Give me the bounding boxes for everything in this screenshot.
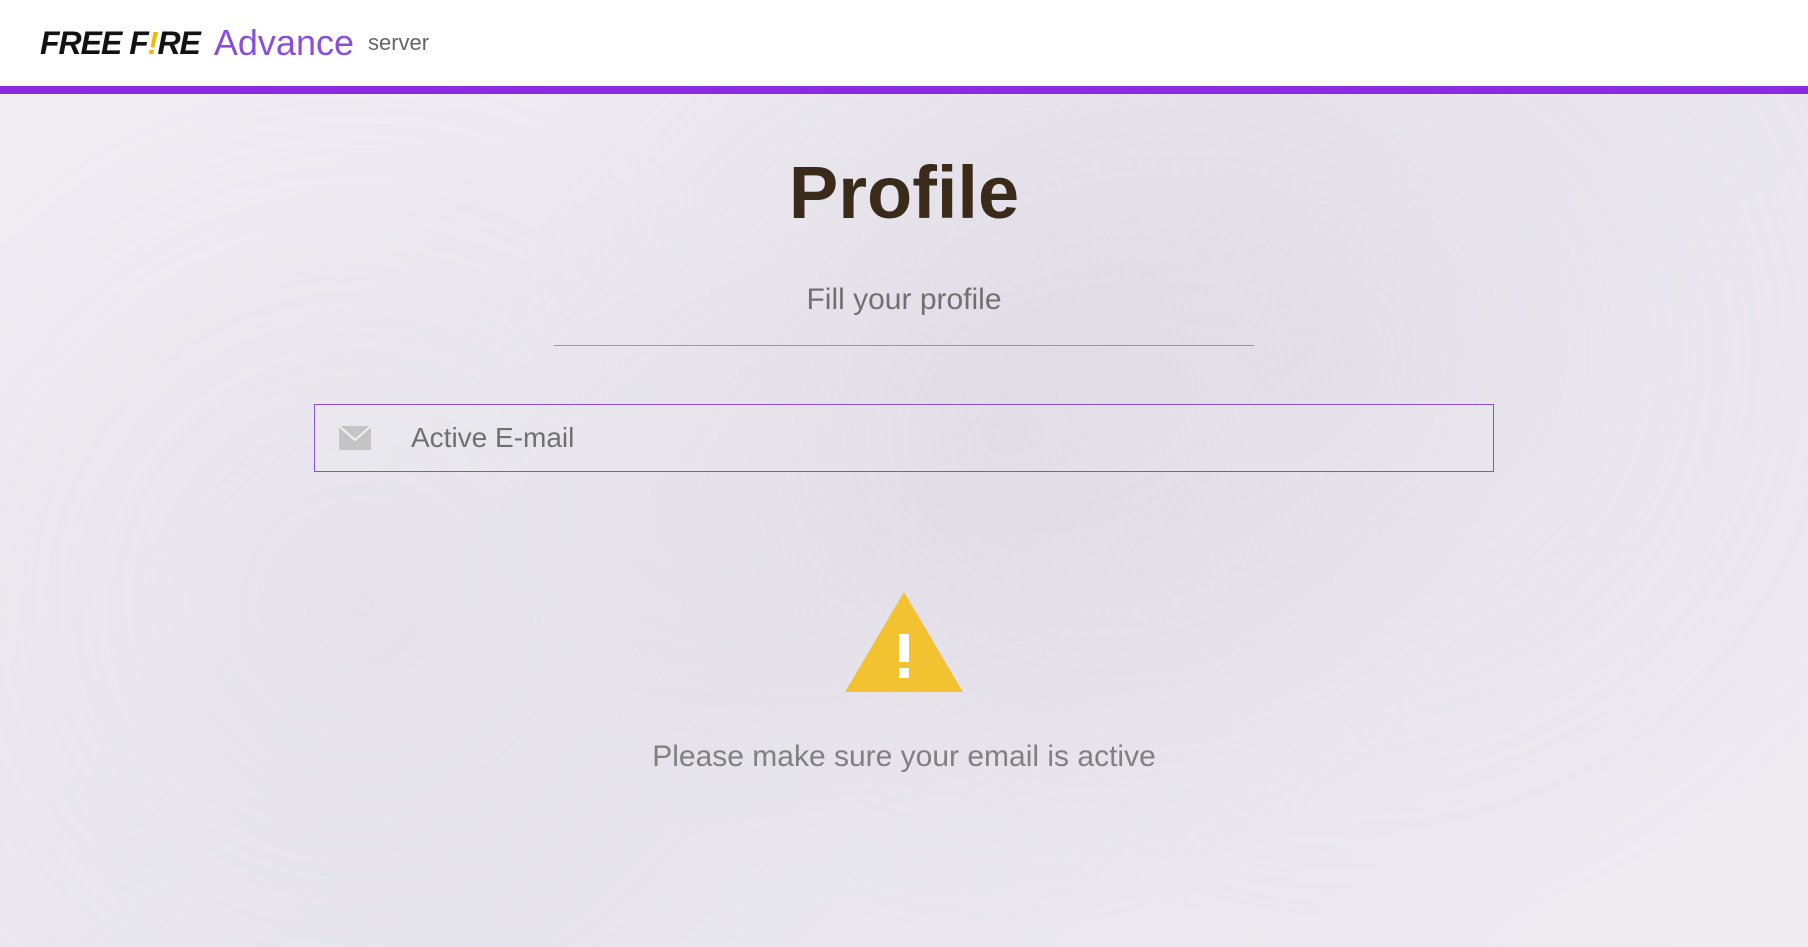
logo-text-part2: RE bbox=[157, 25, 199, 62]
divider bbox=[554, 345, 1254, 346]
email-input-row[interactable] bbox=[314, 404, 1494, 472]
accent-bar bbox=[0, 86, 1808, 94]
warning-icon bbox=[845, 592, 963, 692]
logo-text-part1: FREE F bbox=[40, 25, 148, 62]
warning-text: Please make sure your email is active bbox=[652, 740, 1156, 774]
logo-freefire: FREE F!RE bbox=[40, 25, 200, 62]
header: FREE F!RE Advance server bbox=[0, 0, 1808, 86]
subtitle: Fill your profile bbox=[806, 283, 1001, 317]
mail-icon bbox=[339, 426, 371, 450]
logo-advance-label: Advance bbox=[214, 22, 354, 64]
page-title: Profile bbox=[789, 150, 1019, 235]
content-inner: Profile Fill your profile Please m bbox=[0, 150, 1808, 774]
warning-section: Please make sure your email is active bbox=[652, 592, 1156, 774]
content-area: Profile Fill your profile Please m bbox=[0, 94, 1808, 947]
logo-server-label: server bbox=[368, 30, 429, 56]
email-field[interactable] bbox=[411, 422, 1469, 454]
